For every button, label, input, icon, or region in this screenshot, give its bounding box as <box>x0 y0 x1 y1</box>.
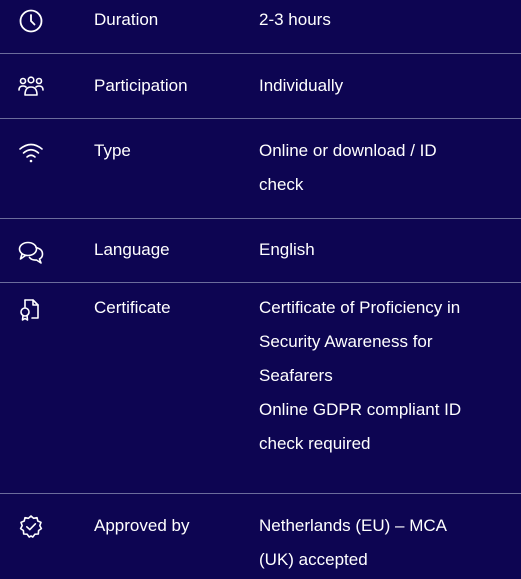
info-row-approved-by: Approved by Netherlands (EU) – MCA (UK) … <box>0 494 521 579</box>
info-label-type: Type <box>94 141 131 160</box>
value-line: check required <box>259 434 371 453</box>
course-info-table: Duration 2-3 hours Participation Individ… <box>0 0 521 579</box>
info-row-participation: Participation Individually <box>0 54 521 119</box>
info-row-language: Language English <box>0 219 521 283</box>
value-line: Online GDPR compliant ID <box>259 400 462 419</box>
wifi-icon <box>18 139 44 165</box>
value-line: Seafarers <box>259 366 333 385</box>
info-label-certificate: Certificate <box>94 298 171 317</box>
info-value-certificate: Certificate of Proficiency in Security A… <box>259 291 517 461</box>
value-line: Security Awareness for <box>259 332 433 351</box>
clock-icon <box>18 8 44 34</box>
info-value-language: English <box>259 233 517 267</box>
chat-bubbles-icon <box>18 239 44 265</box>
value-line: Certificate of Proficiency in <box>259 298 461 317</box>
info-row-duration: Duration 2-3 hours <box>0 0 521 54</box>
value-line: 2-3 hours <box>259 10 331 29</box>
info-label-participation: Participation <box>94 76 188 95</box>
info-value-duration: 2-3 hours <box>259 3 517 37</box>
certificate-icon <box>18 296 44 322</box>
value-line: Netherlands (EU) – MCA <box>259 516 448 535</box>
value-line: English <box>259 240 315 259</box>
info-label-duration: Duration <box>94 10 159 29</box>
info-value-type: Online or download / ID check <box>259 134 517 202</box>
value-line: Online or download / ID <box>259 141 437 160</box>
info-label-approved-by: Approved by <box>94 516 190 535</box>
people-icon <box>18 74 44 100</box>
value-line: check <box>259 175 304 194</box>
info-value-participation: Individually <box>259 69 517 103</box>
info-label-language: Language <box>94 240 170 259</box>
badge-check-icon <box>18 514 44 540</box>
info-row-certificate: Certificate Certificate of Proficiency i… <box>0 283 521 494</box>
info-row-type: Type Online or download / ID check <box>0 119 521 219</box>
info-value-approved-by: Netherlands (EU) – MCA (UK) accepted <box>259 509 517 577</box>
value-line: Individually <box>259 76 344 95</box>
value-line: (UK) accepted <box>259 550 368 569</box>
